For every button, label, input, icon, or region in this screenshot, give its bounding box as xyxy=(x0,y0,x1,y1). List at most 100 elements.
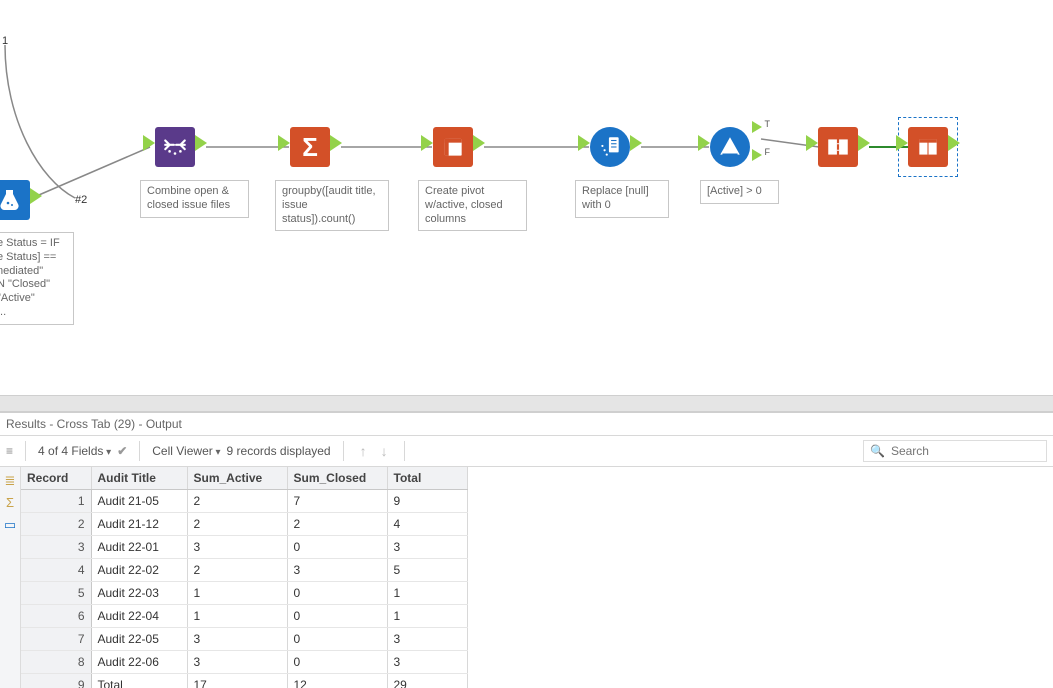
cell-sum-active: 3 xyxy=(187,651,287,674)
cell-audit-title: Audit 22-03 xyxy=(91,582,187,605)
cell-sum-closed: 0 xyxy=(287,651,387,674)
filter-icon xyxy=(717,134,743,160)
workflow-canvas[interactable]: 1 #2 e Status = IF e Status] == nediated… xyxy=(0,0,1053,395)
cell-sum-closed: 3 xyxy=(287,559,387,582)
cell-total: 4 xyxy=(387,513,467,536)
cell-record: 3 xyxy=(21,536,91,559)
cell-sum-closed: 0 xyxy=(287,536,387,559)
search-icon: 🔍 xyxy=(870,444,885,458)
col-audit-title[interactable]: Audit Title xyxy=(91,467,187,490)
cell-total: 5 xyxy=(387,559,467,582)
table-row[interactable]: 6Audit 22-04101 xyxy=(21,605,467,628)
search-input[interactable] xyxy=(889,443,1033,459)
table-row[interactable]: 8Audit 22-06303 xyxy=(21,651,467,674)
col-sum-active[interactable]: Sum_Active xyxy=(187,467,287,490)
cell-record: 4 xyxy=(21,559,91,582)
flask-icon xyxy=(0,188,22,212)
col-total[interactable]: Total xyxy=(387,467,467,490)
cell-total: 1 xyxy=(387,582,467,605)
cell-total: 3 xyxy=(387,651,467,674)
table-row[interactable]: 5Audit 22-03101 xyxy=(21,582,467,605)
cell-audit-title: Audit 22-06 xyxy=(91,651,187,674)
panel-divider[interactable] xyxy=(0,395,1053,412)
next-record-button[interactable]: ↓ xyxy=(377,443,392,459)
cell-record: 6 xyxy=(21,605,91,628)
table-row[interactable]: 9Total171229 xyxy=(21,674,467,688)
records-displayed-label: 9 records displayed xyxy=(227,444,331,458)
filter-false-label: F xyxy=(765,147,771,157)
cell-sum-active: 17 xyxy=(187,674,287,688)
tool-crosstab-2[interactable] xyxy=(818,127,858,167)
tool-union-caption: Combine open & closed issue files xyxy=(140,180,249,218)
input-label-1: 1 xyxy=(2,35,8,47)
tool-crosstab-pivot[interactable] xyxy=(433,127,473,167)
results-search[interactable]: 🔍 xyxy=(863,440,1047,462)
cell-audit-title: Audit 22-04 xyxy=(91,605,187,628)
cell-record: 8 xyxy=(21,651,91,674)
fields-check-icon[interactable]: ✔ xyxy=(117,444,127,458)
cell-sum-closed: 7 xyxy=(287,490,387,513)
tool-filter[interactable]: T F xyxy=(710,127,750,167)
fields-dropdown[interactable]: 4 of 4 Fields xyxy=(38,444,111,458)
cell-audit-title: Total xyxy=(91,674,187,688)
cell-sum-active: 3 xyxy=(187,628,287,651)
table-row[interactable]: 4Audit 22-02235 xyxy=(21,559,467,582)
filter-true-label: T xyxy=(765,119,771,129)
prev-record-button[interactable]: ↑ xyxy=(356,443,371,459)
cell-sum-active: 1 xyxy=(187,582,287,605)
cell-audit-title: Audit 21-05 xyxy=(91,490,187,513)
results-title: Results - Cross Tab (29) - Output xyxy=(0,413,1053,435)
crosstab-icon xyxy=(915,134,941,160)
tool-data-cleansing[interactable] xyxy=(590,127,630,167)
cell-viewer-dropdown[interactable]: Cell Viewer xyxy=(152,444,220,458)
cell-sum-closed: 0 xyxy=(287,628,387,651)
tool-summarize-caption: groupby([audit title, issue status]).cou… xyxy=(275,180,389,231)
col-record[interactable]: Record xyxy=(21,467,91,490)
cell-sum-closed: 2 xyxy=(287,513,387,536)
cell-total: 29 xyxy=(387,674,467,688)
input-label-2: #2 xyxy=(75,194,87,206)
cell-sum-active: 2 xyxy=(187,490,287,513)
cell-total: 3 xyxy=(387,536,467,559)
union-icon xyxy=(162,134,188,160)
crosstab-icon xyxy=(825,134,851,160)
results-panel: Results - Cross Tab (29) - Output ≡ 4 of… xyxy=(0,412,1053,688)
table-row[interactable]: 1Audit 21-05279 xyxy=(21,490,467,513)
gutter-sigma-icon[interactable]: Σ xyxy=(2,495,18,511)
tool-crosstab-output-selected[interactable] xyxy=(908,127,948,167)
cell-record: 7 xyxy=(21,628,91,651)
cell-record: 9 xyxy=(21,674,91,688)
cell-total: 9 xyxy=(387,490,467,513)
grid-header-row: Record Audit Title Sum_Active Sum_Closed… xyxy=(21,467,467,490)
gutter-schema-icon[interactable]: ≣ xyxy=(2,473,18,489)
tool-formula[interactable] xyxy=(0,180,30,220)
cell-audit-title: Audit 21-12 xyxy=(91,513,187,536)
gutter-cell-icon[interactable]: ▭ xyxy=(2,517,18,533)
sigma-icon: Σ xyxy=(302,132,318,163)
cell-record: 5 xyxy=(21,582,91,605)
cell-sum-closed: 0 xyxy=(287,582,387,605)
tool-formula-caption: e Status = IF e Status] == nediated" N "… xyxy=(0,232,74,325)
cell-audit-title: Audit 22-01 xyxy=(91,536,187,559)
results-grid[interactable]: Record Audit Title Sum_Active Sum_Closed… xyxy=(21,467,468,688)
cell-record: 2 xyxy=(21,513,91,536)
table-row[interactable]: 2Audit 21-12224 xyxy=(21,513,467,536)
cleanse-icon xyxy=(597,134,623,160)
cell-total: 3 xyxy=(387,628,467,651)
table-row[interactable]: 7Audit 22-05303 xyxy=(21,628,467,651)
toolbar-menu-icon[interactable]: ≡ xyxy=(6,444,13,458)
tool-cleanse-caption: Replace [null] with 0 xyxy=(575,180,669,218)
cell-record: 1 xyxy=(21,490,91,513)
col-sum-closed[interactable]: Sum_Closed xyxy=(287,467,387,490)
tool-union[interactable] xyxy=(155,127,195,167)
cell-sum-closed: 0 xyxy=(287,605,387,628)
tool-filter-caption: [Active] > 0 xyxy=(700,180,779,204)
table-row[interactable]: 3Audit 22-01303 xyxy=(21,536,467,559)
crosstab-icon xyxy=(440,134,466,160)
cell-audit-title: Audit 22-05 xyxy=(91,628,187,651)
tool-summarize[interactable]: Σ xyxy=(290,127,330,167)
cell-total: 1 xyxy=(387,605,467,628)
cell-sum-active: 3 xyxy=(187,536,287,559)
results-gutter: ≣ Σ ▭ xyxy=(0,467,21,688)
cell-sum-active: 2 xyxy=(187,559,287,582)
